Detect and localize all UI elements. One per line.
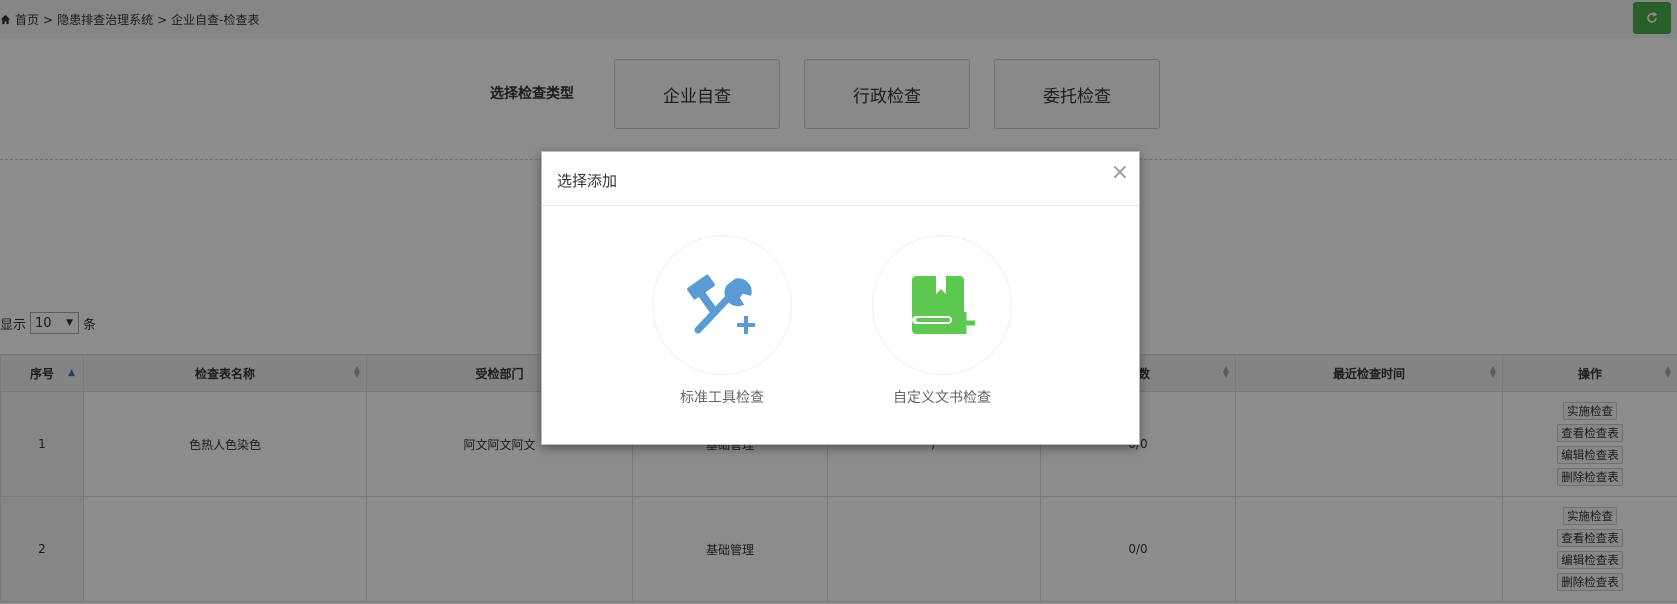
select-add-modal: 选择添加 × 标准工具检查 自定义文书检查 [541, 151, 1140, 445]
option-label: 自定义文书检查 [893, 390, 991, 406]
document-add-icon [912, 276, 975, 334]
option-label: 标准工具检查 [680, 390, 764, 406]
option-circle[interactable] [652, 235, 792, 375]
modal-title: 选择添加 [557, 172, 618, 190]
option-circle[interactable] [872, 235, 1012, 375]
modal-header: 选择添加 × [542, 152, 1139, 206]
option-custom-document-check[interactable]: 自定义文书检查 [872, 235, 1012, 407]
tools-add-icon [687, 274, 755, 334]
close-icon[interactable]: × [1111, 162, 1129, 184]
option-standard-tool-check[interactable]: 标准工具检查 [652, 235, 792, 407]
